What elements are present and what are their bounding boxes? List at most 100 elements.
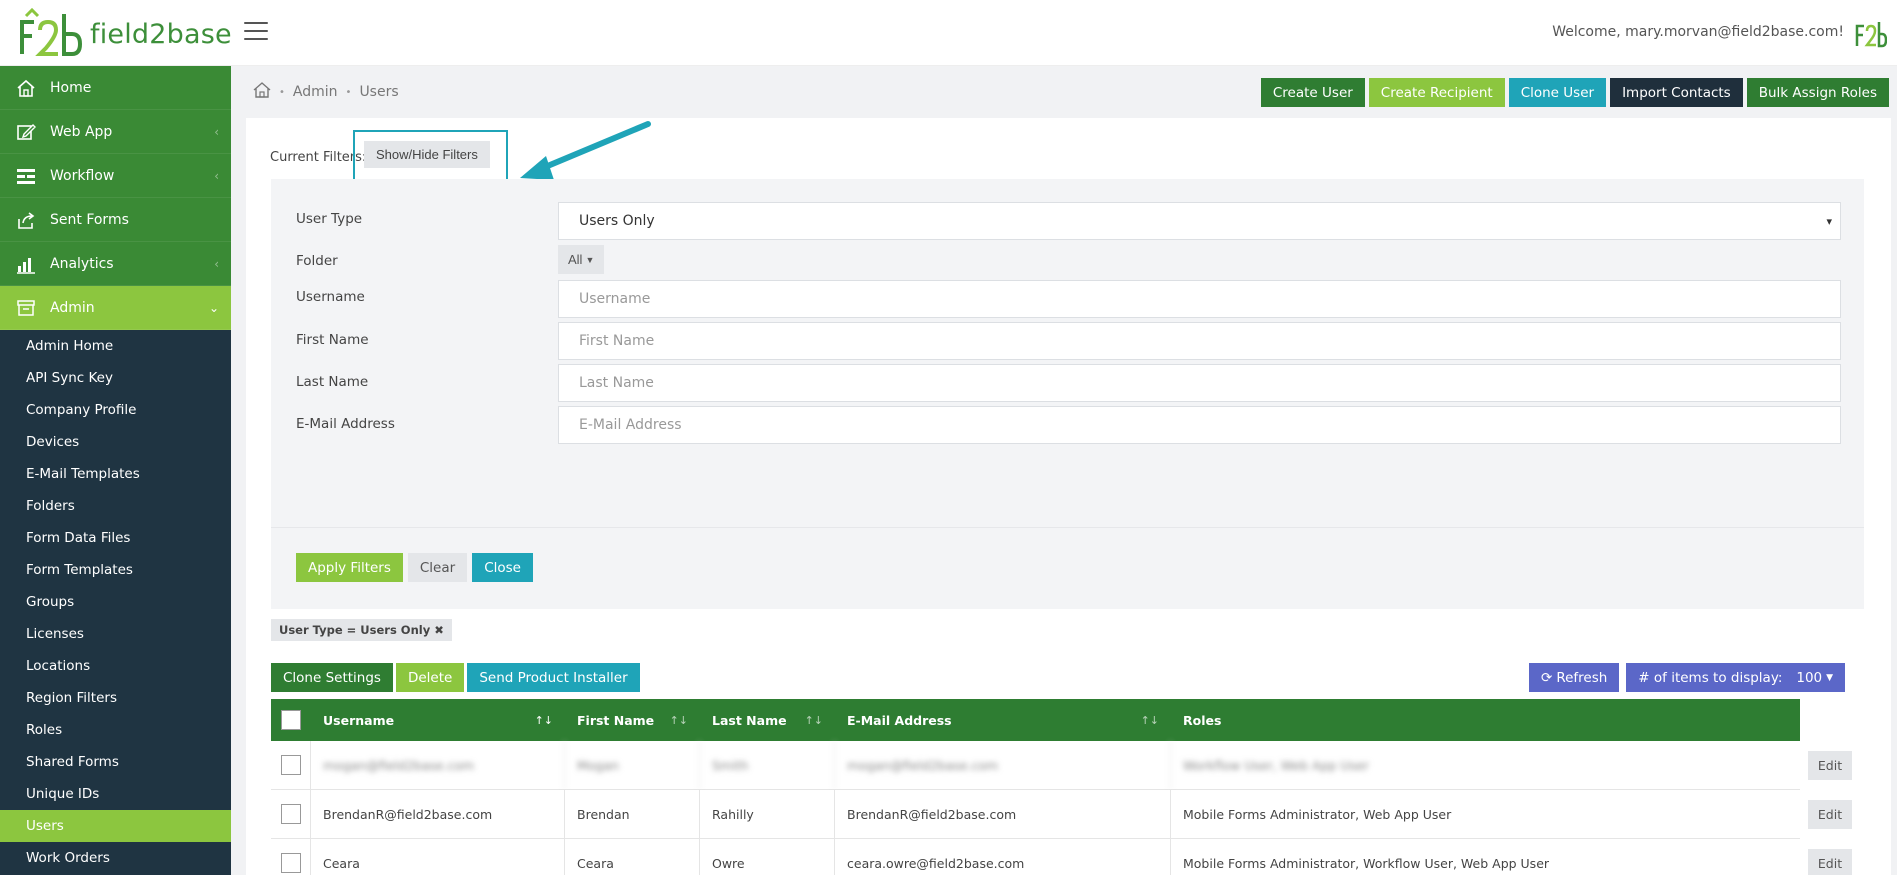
column-label: Roles xyxy=(1183,712,1222,728)
sort-icon: ↑↓ xyxy=(669,713,688,727)
sidebar-item-label: Home xyxy=(50,79,92,96)
select-all-checkbox[interactable] xyxy=(281,710,301,730)
username-input[interactable]: Username xyxy=(558,280,1841,318)
sidebar-item-company-profile[interactable]: Company Profile xyxy=(0,394,231,426)
edit-button[interactable]: Edit xyxy=(1808,750,1852,780)
bulk-assign-roles-button[interactable]: Bulk Assign Roles xyxy=(1746,78,1889,107)
column-header-username[interactable]: Username ↑↓ xyxy=(311,699,565,741)
username-label: Username xyxy=(296,289,365,305)
sidebar-item-folders[interactable]: Folders xyxy=(0,490,231,522)
column-header-last-name[interactable]: Last Name ↑↓ xyxy=(700,699,835,741)
sidebar-item-sent-forms[interactable]: Sent Forms xyxy=(0,198,231,242)
items-per-page-dropdown[interactable]: # of items to display: 100 ▼ xyxy=(1626,663,1846,692)
sidebar-item-shared-forms[interactable]: Shared Forms xyxy=(0,746,231,778)
sidebar-item-devices[interactable]: Devices xyxy=(0,426,231,458)
f2b-small-logo-icon[interactable] xyxy=(1853,16,1887,50)
items-label: # of items to display: xyxy=(1638,669,1783,686)
row-checkbox[interactable] xyxy=(281,755,301,775)
callout-arrow-icon xyxy=(520,121,651,180)
sidebar-item-analytics[interactable]: Analytics ‹ xyxy=(0,242,231,286)
chevron-down-icon: ▾ xyxy=(1826,214,1832,228)
sidebar-item-admin-home[interactable]: Admin Home xyxy=(0,330,231,362)
sidebar-item-api-sync-key[interactable]: API Sync Key xyxy=(0,362,231,394)
sort-icon: ↑↓ xyxy=(804,713,823,727)
clone-settings-button[interactable]: Clone Settings xyxy=(271,663,393,692)
select-all-cell xyxy=(271,699,311,741)
delete-button[interactable]: Delete xyxy=(395,663,465,692)
column-header-roles: Roles xyxy=(1171,699,1800,741)
users-panel: Current Filters: Show/Hide Filters User … xyxy=(246,118,1891,875)
first-name-input[interactable]: First Name xyxy=(558,322,1841,360)
breadcrumb-item-users: Users xyxy=(359,84,399,100)
share-icon xyxy=(16,210,36,230)
column-header-first-name[interactable]: First Name ↑↓ xyxy=(565,699,700,741)
column-label: First Name xyxy=(577,712,655,728)
sidebar-item-label: Web App xyxy=(50,123,113,140)
show-hide-filters-button[interactable]: Show/Hide Filters xyxy=(364,141,490,168)
sidebar-item-locations[interactable]: Locations xyxy=(0,650,231,682)
sidebar-item-label: Admin xyxy=(50,299,95,316)
sidebar-item-web-app[interactable]: Web App ‹ xyxy=(0,110,231,154)
close-filters-button[interactable]: Close xyxy=(472,553,533,582)
sidebar-item-licenses[interactable]: Licenses xyxy=(0,618,231,650)
home-icon[interactable] xyxy=(253,82,271,102)
filter-actions: Apply Filters Clear Close xyxy=(296,553,533,582)
clear-filters-button[interactable]: Clear xyxy=(407,553,468,582)
column-label: Username xyxy=(323,712,395,728)
email-cell: BrendanR@field2base.com xyxy=(835,790,1171,838)
app-logo[interactable]: field2base xyxy=(16,8,232,60)
apply-filters-button[interactable]: Apply Filters xyxy=(296,553,403,582)
table-right-actions: ⟳ Refresh # of items to display: 100 ▼ xyxy=(1529,663,1846,692)
chevron-left-icon: ‹ xyxy=(214,168,219,183)
first-name-label: First Name xyxy=(296,332,369,348)
email-label: E-Mail Address xyxy=(296,416,395,432)
send-product-installer-button[interactable]: Send Product Installer xyxy=(467,663,640,692)
email-cell: mogan@field2base.com xyxy=(835,741,1171,789)
last-name-input[interactable]: Last Name xyxy=(558,364,1841,402)
last-name-cell: Smith xyxy=(700,741,835,789)
current-filters-label: Current Filters: xyxy=(270,150,367,165)
clone-user-button[interactable]: Clone User xyxy=(1508,78,1607,107)
refresh-button[interactable]: ⟳ Refresh xyxy=(1529,663,1620,692)
close-icon[interactable]: ✖ xyxy=(434,623,444,637)
user-type-label: User Type xyxy=(296,211,363,227)
folder-label: Folder xyxy=(296,253,338,269)
row-checkbox[interactable] xyxy=(281,804,301,824)
table-actions: Clone Settings Delete Send Product Insta… xyxy=(271,663,640,692)
menu-toggle-icon[interactable] xyxy=(244,22,268,42)
sidebar-item-users[interactable]: Users xyxy=(0,810,231,842)
sidebar: Home Web App ‹ Workflow ‹ Sent Forms Ana… xyxy=(0,66,231,875)
edit-button[interactable]: Edit xyxy=(1808,848,1852,875)
edit-button[interactable]: Edit xyxy=(1808,799,1852,829)
create-user-button[interactable]: Create User xyxy=(1260,78,1365,107)
sidebar-item-home[interactable]: Home xyxy=(0,66,231,110)
row-select-cell xyxy=(271,790,311,838)
sidebar-item-roles[interactable]: Roles xyxy=(0,714,231,746)
last-name-cell: Owre xyxy=(700,839,835,875)
sidebar-item-workflow[interactable]: Workflow ‹ xyxy=(0,154,231,198)
user-type-select[interactable]: Users Only ▾ xyxy=(558,202,1841,240)
sidebar-item-region-filters[interactable]: Region Filters xyxy=(0,682,231,714)
last-name-label: Last Name xyxy=(296,374,369,390)
row-checkbox[interactable] xyxy=(281,853,301,873)
sidebar-item-email-templates[interactable]: E-Mail Templates xyxy=(0,458,231,490)
refresh-icon: ⟳ xyxy=(1541,669,1553,686)
folder-dropdown[interactable]: All ▼ xyxy=(558,245,605,274)
email-input[interactable]: E-Mail Address xyxy=(558,406,1841,444)
page-actions: Create User Create Recipient Clone User … xyxy=(1260,78,1889,107)
create-recipient-button[interactable]: Create Recipient xyxy=(1368,78,1505,107)
sidebar-item-work-orders[interactable]: Work Orders xyxy=(0,842,231,874)
row-select-cell xyxy=(271,839,311,875)
sidebar-item-unique-ids[interactable]: Unique IDs xyxy=(0,778,231,810)
sidebar-item-groups[interactable]: Groups xyxy=(0,586,231,618)
import-contacts-button[interactable]: Import Contacts xyxy=(1610,78,1743,107)
breadcrumb-item-admin[interactable]: Admin xyxy=(293,84,338,100)
admin-submenu: Admin Home API Sync Key Company Profile … xyxy=(0,330,231,874)
sidebar-item-admin[interactable]: Admin ⌄ xyxy=(0,286,231,330)
active-filter-tag[interactable]: User Type = Users Only ✖ xyxy=(271,619,452,641)
username-cell: BrendanR@field2base.com xyxy=(311,790,565,838)
sidebar-item-form-templates[interactable]: Form Templates xyxy=(0,554,231,586)
first-name-cell: Mogan xyxy=(565,741,700,789)
sidebar-item-form-data-files[interactable]: Form Data Files xyxy=(0,522,231,554)
column-header-email[interactable]: E-Mail Address ↑↓ xyxy=(835,699,1171,741)
